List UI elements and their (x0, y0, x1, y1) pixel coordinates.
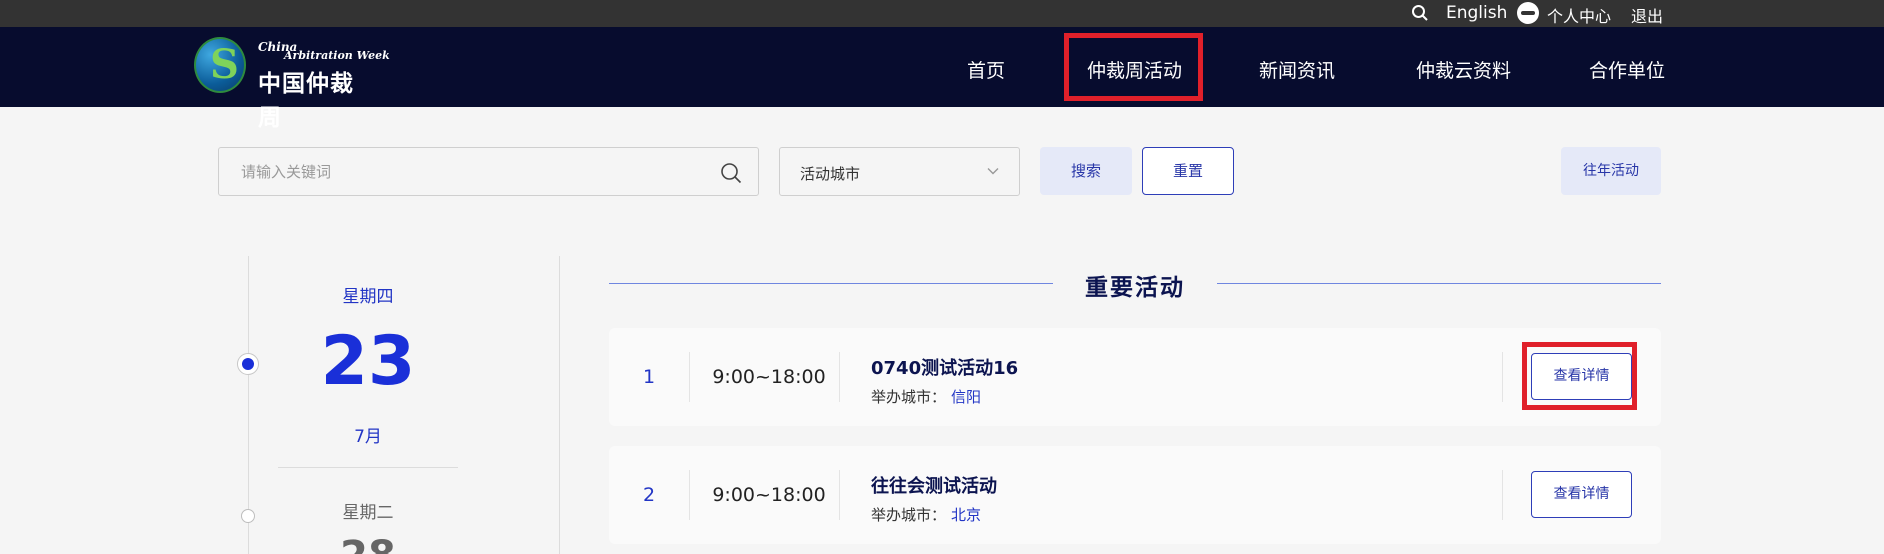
highlight-box-nav (1064, 33, 1203, 101)
reset-button[interactable]: 重置 (1142, 147, 1234, 195)
event-name[interactable]: 往往会测试活动 (871, 472, 997, 498)
timeline-dot[interactable] (241, 509, 255, 523)
event-city: 信阳 (951, 388, 982, 406)
timeline-dot-active[interactable] (237, 353, 259, 375)
top-bar: English 个人中心 退出 (0, 0, 1884, 27)
city-select-value: 活动城市 (800, 165, 861, 183)
nav-item-cloud-materials[interactable]: 仲裁云资料 (1416, 56, 1511, 83)
section-rule-right (1217, 283, 1661, 284)
nav-item-partners[interactable]: 合作单位 (1589, 56, 1665, 83)
card-divider (839, 352, 840, 402)
date-weekday[interactable]: 星期二 (330, 498, 406, 523)
card-divider (1502, 352, 1503, 402)
city-select[interactable]: 活动城市 (779, 147, 1020, 196)
personal-center-link[interactable]: 个人中心 (1547, 3, 1611, 27)
search-button[interactable]: 搜索 (1040, 147, 1132, 195)
event-time: 9:00~18:00 (712, 366, 826, 388)
nav-item-news[interactable]: 新闻资讯 (1259, 56, 1335, 83)
event-city-label: 举办城市： (871, 388, 947, 406)
view-details-button[interactable]: 查看详情 (1531, 471, 1632, 518)
highlight-box-details (1522, 342, 1637, 410)
date-month[interactable]: 7月 (330, 422, 406, 447)
event-name[interactable]: 0740测试活动16 (871, 354, 1018, 380)
date-column-divider (559, 256, 560, 554)
chevron-down-icon (987, 168, 999, 175)
event-city-label: 举办城市： (871, 506, 947, 524)
keyword-input[interactable] (241, 160, 701, 184)
search-icon[interactable] (1411, 4, 1429, 22)
date-weekday[interactable]: 星期四 (330, 282, 406, 307)
event-index: 2 (642, 484, 656, 506)
event-card: 2 9:00~18:00 往往会测试活动 举办城市： 北京 查看详情 (609, 446, 1661, 544)
event-city: 北京 (951, 506, 982, 524)
card-divider (839, 470, 840, 520)
keyword-search-field[interactable] (218, 147, 759, 196)
logo-emblem-icon: S (194, 37, 246, 93)
site-logo[interactable]: S China Arbitration Week 中国仲裁周 (194, 36, 390, 131)
avatar[interactable] (1517, 2, 1539, 24)
date-divider (278, 467, 458, 468)
event-index: 1 (642, 366, 656, 388)
date-day[interactable]: 28 (300, 532, 436, 554)
search-icon[interactable] (720, 162, 742, 184)
event-time: 9:00~18:00 (712, 484, 826, 506)
logout-link[interactable]: 退出 (1631, 3, 1663, 27)
language-link[interactable]: English (1446, 3, 1507, 23)
logo-english-line2: Arbitration Week (284, 49, 390, 62)
nav-item-home[interactable]: 首页 (967, 56, 1005, 83)
past-activities-button[interactable]: 往年活动 (1561, 147, 1661, 195)
section-title: 重要活动 (1085, 275, 1185, 301)
card-divider (1502, 470, 1503, 520)
section-rule-left (609, 283, 1053, 284)
date-day[interactable]: 23 (300, 322, 436, 402)
logo-chinese-name: 中国仲裁周 (258, 70, 354, 131)
event-card: 1 9:00~18:00 0740测试活动16 举办城市： 信阳 查看详情 (609, 328, 1661, 426)
